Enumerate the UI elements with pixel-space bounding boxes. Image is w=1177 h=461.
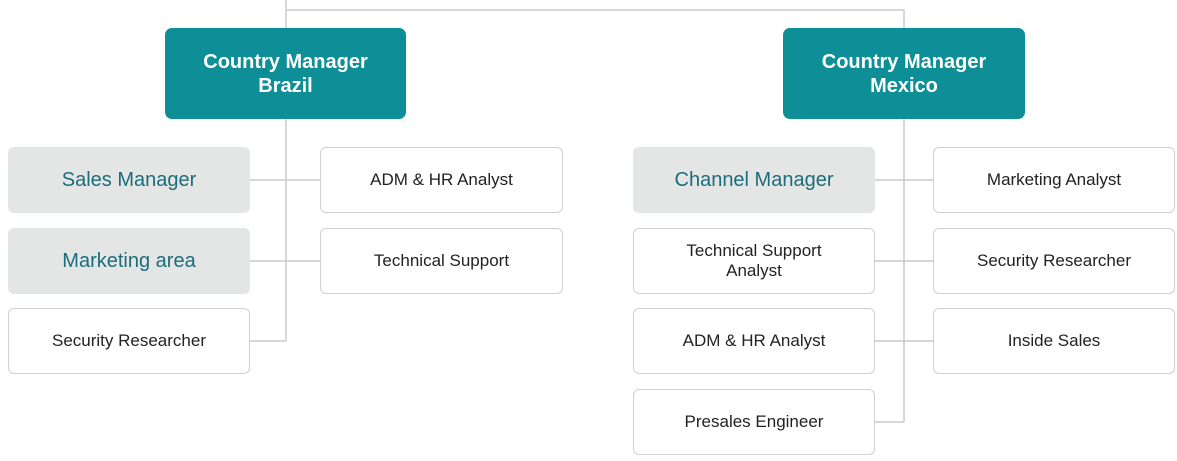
sales-manager-box[interactable]: Sales Manager: [8, 147, 250, 213]
adm-hr-analyst-box[interactable]: ADM & HR Analyst: [633, 308, 875, 374]
adm-hr-analyst-box[interactable]: ADM & HR Analyst: [320, 147, 563, 213]
manager-country: Brazil: [258, 74, 313, 97]
security-researcher-box[interactable]: Security Researcher: [933, 228, 1175, 294]
country-manager-brazil[interactable]: Country Manager Brazil: [165, 28, 406, 119]
manager-title: Country Manager: [821, 50, 987, 73]
manager-title: Country Manager: [203, 50, 368, 73]
org-chart: Country Manager Brazil Sales Manager Mar…: [0, 0, 1177, 461]
channel-manager-box[interactable]: Channel Manager: [633, 147, 875, 213]
marketing-analyst-box[interactable]: Marketing Analyst: [933, 147, 1175, 213]
marketing-area-box[interactable]: Marketing area: [8, 228, 250, 294]
presales-engineer-box[interactable]: Presales Engineer: [633, 389, 875, 455]
technical-support-analyst-box[interactable]: Technical Support Analyst: [633, 228, 875, 294]
technical-support-box[interactable]: Technical Support: [320, 228, 563, 294]
inside-sales-box[interactable]: Inside Sales: [933, 308, 1175, 374]
manager-country: Mexico: [870, 74, 938, 97]
security-researcher-box[interactable]: Security Researcher: [8, 308, 250, 374]
country-manager-mexico[interactable]: Country Manager Mexico: [783, 28, 1025, 119]
